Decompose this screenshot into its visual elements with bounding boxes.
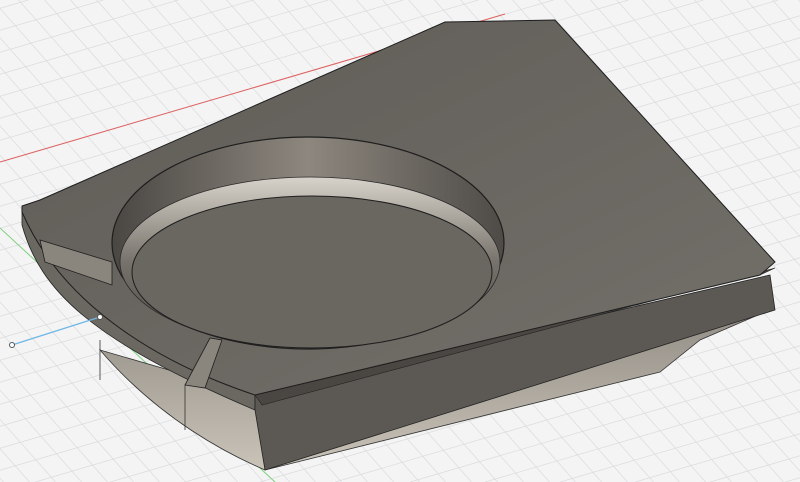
grid-line xyxy=(668,0,800,149)
grid-line xyxy=(720,0,800,90)
grid-line xyxy=(0,0,329,97)
grid-line xyxy=(635,433,800,482)
axis-end-point-icon[interactable] xyxy=(97,314,103,320)
grid-line xyxy=(0,0,29,9)
grid-line xyxy=(0,477,4,482)
grid-line xyxy=(785,477,800,482)
bowl-floor xyxy=(131,195,493,349)
grid-line xyxy=(0,0,179,53)
grid-line xyxy=(772,0,800,32)
ashtray-model[interactable] xyxy=(21,19,776,471)
grid-line xyxy=(710,455,800,482)
grid-line xyxy=(0,419,56,482)
origin-point-icon[interactable] xyxy=(9,342,15,348)
cad-viewport[interactable] xyxy=(0,0,800,482)
grid-line xyxy=(0,448,30,482)
grid-line xyxy=(694,0,800,120)
